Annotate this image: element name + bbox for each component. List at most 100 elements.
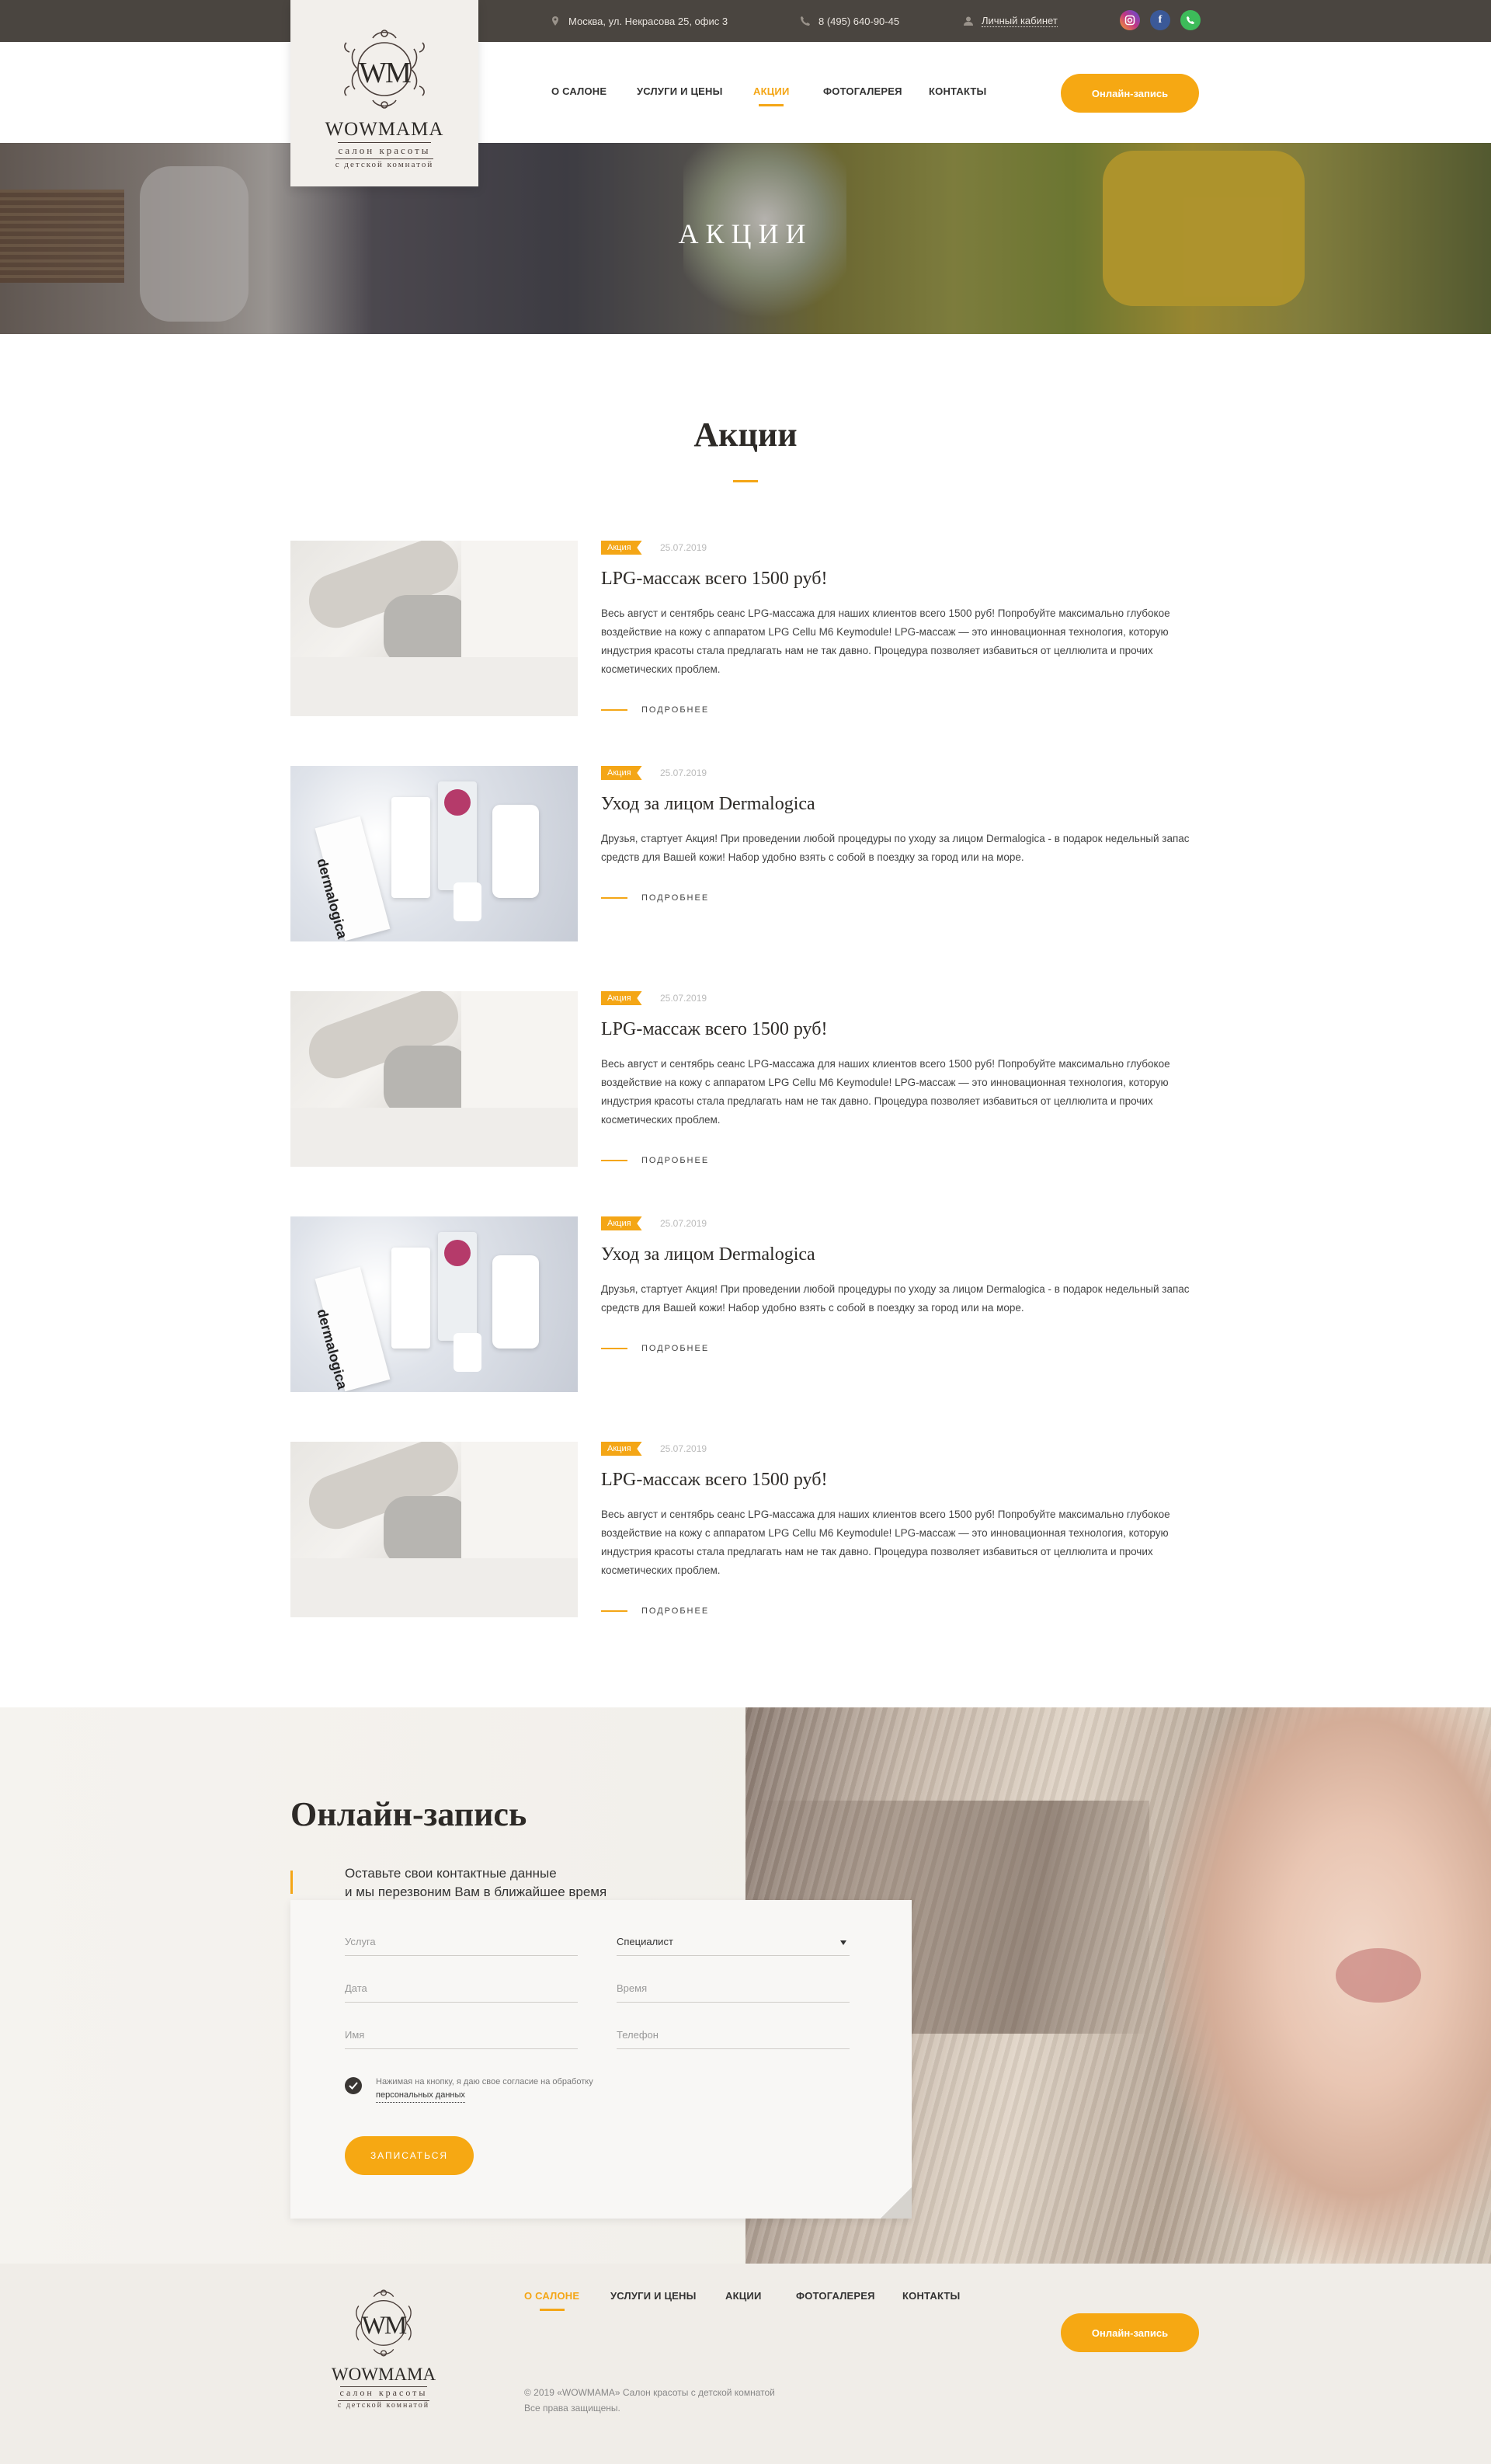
form-corner-fold xyxy=(881,2187,912,2219)
footer-nav-services[interactable]: Услуги и цены xyxy=(610,2290,697,2302)
footer-nav-gallery[interactable]: Фотогалерея xyxy=(796,2290,875,2302)
promo-text: Друзья, стартует Акция! При проведении л… xyxy=(601,833,1190,863)
nav-item-contacts[interactable]: Контакты xyxy=(929,85,986,97)
booking-face xyxy=(1165,1707,1491,2264)
promo-text: Друзья, стартует Акция! При проведении л… xyxy=(601,1283,1190,1314)
logo-monogram: WM xyxy=(361,2312,407,2340)
phone[interactable]: 8 (495) 640-90-45 xyxy=(800,0,899,42)
booking-subtitle-line-2: и мы перезвоним Вам в ближайшее время xyxy=(345,1885,607,1899)
consent-text-1: Нажимая на кнопку, я даю свое согласие н… xyxy=(376,2077,593,2086)
footer-online-booking-button[interactable]: Онлайн-запись xyxy=(1061,2313,1199,2352)
promo-title[interactable]: Уход за лицом Dermalogica xyxy=(601,1244,815,1265)
promos-title: Акции xyxy=(693,416,798,454)
phone-icon xyxy=(801,16,810,26)
promo-date: 25.07.2019 xyxy=(660,767,707,778)
specialist-select[interactable]: Специалист xyxy=(617,1931,850,1956)
header xyxy=(0,42,1491,143)
user-icon xyxy=(964,16,973,26)
logo-monogram: WM xyxy=(359,57,412,89)
nav-item-services[interactable]: Услуги и цены xyxy=(637,85,723,97)
phone-text: 8 (495) 640-90-45 xyxy=(818,15,900,27)
promo-image-dermalogica[interactable]: dermalogica xyxy=(290,766,578,941)
promo-date: 25.07.2019 xyxy=(660,1218,707,1229)
hero-banner: Акции xyxy=(0,143,1491,334)
promo-more-link[interactable]: Подробнее xyxy=(601,1156,709,1165)
promo-title[interactable]: LPG-массаж всего 1500 руб! xyxy=(601,569,827,590)
product-label: dermalogica xyxy=(314,856,351,941)
promo-more-link[interactable]: Подробнее xyxy=(601,893,709,903)
promo-title[interactable]: LPG-массаж всего 1500 руб! xyxy=(601,1470,827,1491)
promo-image-lpg[interactable] xyxy=(290,991,578,1167)
logo-tagline-1: салон красоты xyxy=(338,142,431,157)
promo-title[interactable]: Уход за лицом Dermalogica xyxy=(601,794,815,815)
logo-name: WOWMAMA xyxy=(331,2365,436,2384)
logo-name: WOWMAMA xyxy=(325,119,444,140)
check-icon xyxy=(349,2082,358,2090)
logo-tagline-2: с детской комнатой xyxy=(335,158,434,169)
address: Москва, ул. Некрасова 25, офис 3 xyxy=(550,0,728,42)
copyright-text: © 2019 «WOWMAMA» Салон красоты с детской… xyxy=(524,2387,775,2398)
promo-card: dermalogica Акция 25.07.2019 Уход за лиц… xyxy=(290,766,1191,941)
promo-badge: Акция xyxy=(601,1216,642,1230)
online-booking-button[interactable]: Онлайн-запись xyxy=(1061,74,1199,113)
promo-text: Весь август и сентябрь сеанс LPG-массажа… xyxy=(601,607,1170,675)
footer-nav-promos[interactable]: Акции xyxy=(725,2290,762,2302)
location-pin-icon xyxy=(552,16,558,26)
account-link[interactable]: Личный кабинет xyxy=(963,0,1058,42)
promo-more-link[interactable]: Подробнее xyxy=(601,1606,709,1616)
promo-card: Акция 25.07.2019 LPG-массаж всего 1500 р… xyxy=(290,541,1191,716)
whatsapp-icon[interactable] xyxy=(1180,10,1201,30)
footer-nav-about[interactable]: О салоне xyxy=(524,2290,579,2311)
facebook-glyph: f xyxy=(1158,14,1163,26)
promo-image-lpg[interactable] xyxy=(290,541,578,716)
promo-more-link[interactable]: Подробнее xyxy=(601,1344,709,1353)
promo-date: 25.07.2019 xyxy=(660,993,707,1004)
name-field[interactable]: Имя xyxy=(345,2024,578,2049)
promo-text: Весь август и сентябрь сеанс LPG-массажа… xyxy=(601,1509,1170,1576)
account-text: Личный кабинет xyxy=(982,15,1058,27)
logo[interactable]: WM WOWMAMA салон красоты с детской комна… xyxy=(290,0,478,186)
instagram-icon[interactable] xyxy=(1120,10,1140,30)
submit-button[interactable]: Записаться xyxy=(345,2136,474,2175)
footer-nav-contacts[interactable]: Контакты xyxy=(902,2290,960,2302)
privacy-link[interactable]: персональных данных xyxy=(376,2089,465,2103)
promos-title-underline xyxy=(733,480,758,482)
nav-item-about[interactable]: О салоне xyxy=(551,85,606,97)
promo-text: Весь август и сентябрь сеанс LPG-массажа… xyxy=(601,1058,1170,1126)
promo-title[interactable]: LPG-массаж всего 1500 руб! xyxy=(601,1019,827,1040)
promo-badge: Акция xyxy=(601,541,642,555)
consent-checkbox[interactable] xyxy=(345,2077,362,2094)
footer: WM WOWMAMA салон красоты с детской комна… xyxy=(0,2264,1491,2464)
promo-image-lpg[interactable] xyxy=(290,1442,578,1617)
footer-logo[interactable]: WM WOWMAMA салон красоты с детской комна… xyxy=(314,2282,454,2410)
phone-field[interactable]: Телефон xyxy=(617,2024,850,2049)
promo-date: 25.07.2019 xyxy=(660,1443,707,1454)
hero-title: Акции xyxy=(678,218,813,249)
top-bar: Москва, ул. Некрасова 25, офис 3 8 (495)… xyxy=(0,0,1491,42)
booking-subtitle: Оставьте свои контактные данные и мы пер… xyxy=(345,1864,606,1902)
logo-tagline-2: с детской комнатой xyxy=(337,2400,430,2410)
promo-badge: Акция xyxy=(601,1442,642,1456)
promo-card: Акция 25.07.2019 LPG-массаж всего 1500 р… xyxy=(290,991,1191,1167)
date-field[interactable]: Дата xyxy=(345,1978,578,2003)
booking-accent-bar xyxy=(290,1871,293,1894)
nav-item-promos[interactable]: Акции xyxy=(753,85,790,106)
footer-copyright: © 2019 «WOWMAMA» Салон красоты с детской… xyxy=(524,2385,775,2416)
consent-text: Нажимая на кнопку, я даю свое согласие н… xyxy=(376,2076,593,2103)
promo-more-link[interactable]: Подробнее xyxy=(601,705,709,715)
promo-date: 25.07.2019 xyxy=(660,542,707,553)
promo-card: dermalogica Акция 25.07.2019 Уход за лиц… xyxy=(290,1216,1191,1392)
service-field[interactable]: Услуга xyxy=(345,1931,578,1956)
product-label: dermalogica xyxy=(314,1307,351,1391)
nav-item-gallery[interactable]: Фотогалерея xyxy=(823,85,902,97)
address-text: Москва, ул. Некрасова 25, офис 3 xyxy=(568,15,728,27)
logo-tagline-1: салон красоты xyxy=(339,2386,428,2398)
chevron-down-icon xyxy=(840,1940,846,1945)
time-field[interactable]: Время xyxy=(617,1978,850,2003)
promo-image-dermalogica[interactable]: dermalogica xyxy=(290,1216,578,1392)
booking-form: Услуга Специалист Дата Время Имя Телефон… xyxy=(290,1900,912,2219)
promo-card: Акция 25.07.2019 LPG-массаж всего 1500 р… xyxy=(290,1442,1191,1617)
rights-text: Все права защищены. xyxy=(524,2403,620,2414)
facebook-icon[interactable]: f xyxy=(1150,10,1170,30)
booking-title: Онлайн-запись xyxy=(290,1795,527,1833)
